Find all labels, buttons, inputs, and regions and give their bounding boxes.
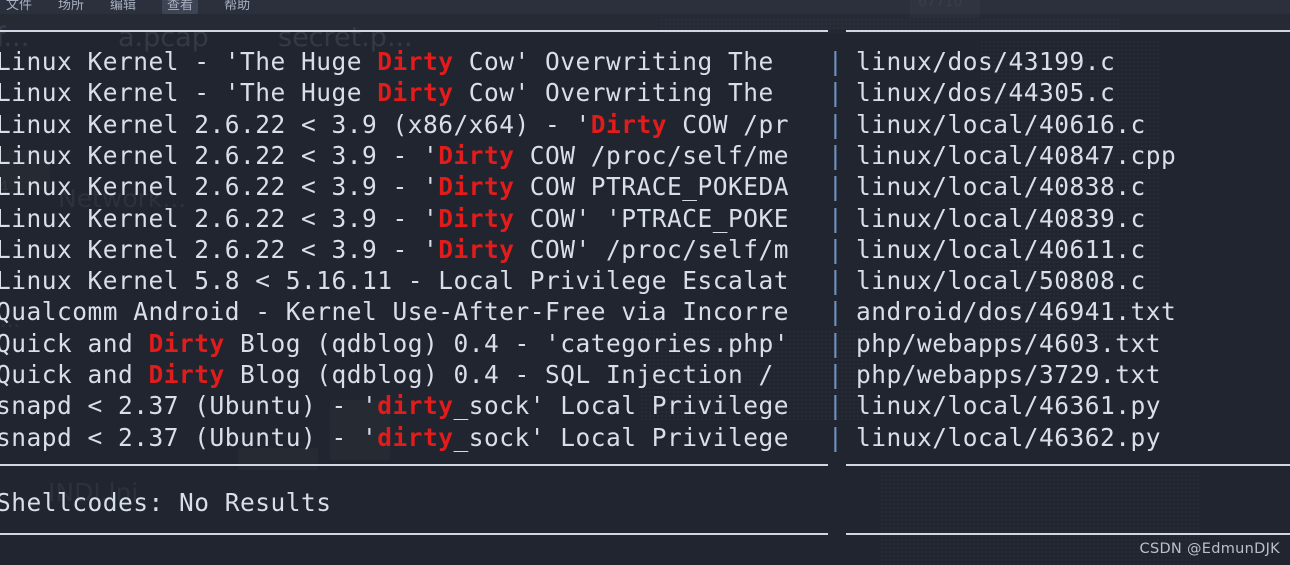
exploit-title: snapd < 2.37 (Ubuntu) - 'dirty_sock' Loc… [0, 390, 789, 421]
exploit-title-suffix: COW /proc/self/me [514, 140, 790, 170]
exploit-path[interactable]: linux/local/40611.c [856, 234, 1146, 265]
table-row[interactable]: Quick and Dirty Blog (qdblog) 0.4 - SQL … [0, 359, 1290, 390]
shellcodes-rule-bottom-right [846, 533, 1290, 535]
table-row[interactable]: Linux Kernel 2.6.22 < 3.9 (x86/x64) - 'D… [0, 109, 1290, 140]
exploit-path[interactable]: linux/dos/44305.c [856, 77, 1115, 108]
exploit-title: Linux Kernel 2.6.22 < 3.9 - 'Dirty COW /… [0, 140, 789, 171]
exploit-path[interactable]: linux/local/40839.c [856, 203, 1146, 234]
exploit-path[interactable]: linux/local/40838.c [856, 171, 1146, 202]
exploit-path[interactable]: php/webapps/3729.txt [856, 359, 1161, 390]
search-match-highlight: dirty [377, 422, 454, 452]
search-match-highlight: Dirty [148, 328, 225, 358]
shellcodes-rule-top-right [846, 464, 1290, 466]
exploit-title-prefix: Linux Kernel 2.6.22 < 3.9 - ' [0, 172, 439, 202]
exploit-title-suffix: COW /pr [667, 109, 790, 139]
shellcodes-no-results: Shellcodes: No Results [0, 488, 332, 517]
papers-header-row: Paper Title | Path [0, 549, 1290, 565]
exploit-path[interactable]: linux/local/40847.cpp [856, 140, 1176, 171]
column-separator: | [828, 172, 844, 202]
table-row[interactable]: Quick and Dirty Blog (qdblog) 0.4 - 'cat… [0, 328, 1290, 359]
exploit-title-prefix: Linux Kernel 5.8 < 5.16.11 - Local Privi… [0, 266, 790, 296]
table-row[interactable]: Linux Kernel 2.6.22 < 3.9 - 'Dirty COW P… [0, 171, 1290, 202]
table-row[interactable]: Linux Kernel 2.6.22 < 3.9 - 'Dirty COW' … [0, 234, 1290, 265]
exploit-title: Quick and Dirty Blog (qdblog) 0.4 - SQL … [0, 359, 774, 390]
exploit-title: Linux Kernel 2.6.22 < 3.9 - 'Dirty COW P… [0, 171, 789, 202]
exploit-title: Linux Kernel 2.6.22 < 3.9 - 'Dirty COW' … [0, 234, 789, 265]
table-rule-top-left [0, 30, 828, 32]
search-match-highlight: Dirty [438, 140, 515, 170]
exploit-title-prefix: Linux Kernel 2.6.22 < 3.9 - ' [0, 203, 439, 233]
column-separator: | [828, 203, 844, 233]
search-match-highlight: Dirty [148, 360, 225, 389]
exploit-title-prefix: Linux Kernel - 'The Huge [0, 78, 378, 108]
exploit-title-suffix: Blog (qdblog) 0.4 - SQL Injection / [224, 360, 774, 389]
exploit-path[interactable]: android/dos/46941.txt [856, 296, 1176, 327]
exploit-title-suffix: _sock' Local Privilege [453, 422, 790, 452]
exploit-title-prefix: Linux Kernel 2.6.22 < 3.9 - ' [0, 234, 439, 264]
column-separator: | [828, 109, 844, 139]
search-match-highlight: Dirty [438, 203, 515, 233]
csdn-watermark: CSDN @EdmunDJK [1139, 541, 1280, 557]
column-separator: | [828, 422, 844, 452]
table-row[interactable]: Linux Kernel 2.6.22 < 3.9 - 'Dirty COW /… [0, 140, 1290, 171]
column-separator: | [828, 297, 844, 327]
exploit-title: Qualcomm Android - Kernel Use-After-Free… [0, 296, 789, 327]
search-match-highlight: Dirty [590, 109, 668, 139]
exploit-title-suffix: COW PTRACE_POKEDA [514, 172, 790, 202]
table-row[interactable]: Linux Kernel 5.8 < 5.16.11 - Local Privi… [0, 265, 1290, 296]
exploit-title: Linux Kernel 2.6.22 < 3.9 (x86/x64) - 'D… [0, 109, 789, 140]
column-separator: | [828, 234, 844, 264]
search-match-highlight: Dirty [377, 78, 454, 108]
exploit-title-suffix: Cow' Overwriting The [453, 47, 774, 76]
exploit-title-prefix: Linux Kernel 2.6.22 < 3.9 - ' [0, 140, 439, 170]
searchsploit-output: Linux Kernel - 'The Huge Dirty Cow' Over… [0, 0, 1290, 565]
exploit-title-suffix: Cow' Overwriting The [453, 78, 774, 108]
exploit-title-prefix: Qualcomm Android - Kernel Use-After-Free… [0, 297, 790, 327]
terminal-window: 文件 场所 编辑 查看 帮助 a.pcap secret.p... f... N… [0, 0, 1290, 565]
search-match-highlight: dirty [377, 391, 454, 421]
exploit-title-prefix: Linux Kernel - 'The Huge [0, 47, 378, 76]
exploit-title-suffix: Blog (qdblog) 0.4 - 'categories.php' [224, 328, 790, 358]
exploit-title-prefix: Quick and [0, 360, 149, 389]
table-row[interactable]: snapd < 2.37 (Ubuntu) - 'dirty_sock' Loc… [0, 422, 1290, 453]
column-separator: | [828, 328, 844, 358]
search-match-highlight: Dirty [438, 234, 515, 264]
search-match-highlight: Dirty [438, 172, 515, 202]
exploit-title-prefix: snapd < 2.37 (Ubuntu) - ' [0, 391, 378, 421]
exploit-path[interactable]: linux/local/40616.c [856, 109, 1146, 140]
exploit-path[interactable]: php/webapps/4603.txt [856, 328, 1161, 359]
exploit-title-suffix: COW' 'PTRACE_POKE [514, 203, 790, 233]
exploit-title: Quick and Dirty Blog (qdblog) 0.4 - 'cat… [0, 328, 789, 359]
table-rule-top-right [846, 30, 1290, 32]
exploit-path[interactable]: linux/local/46362.py [856, 422, 1161, 453]
exploit-path[interactable]: linux/local/50808.c [856, 265, 1146, 296]
table-row[interactable]: Linux Kernel - 'The Huge Dirty Cow' Over… [0, 77, 1290, 108]
exploit-title-suffix: COW' /proc/self/m [514, 234, 790, 264]
column-separator: | [828, 78, 844, 108]
shellcodes-rule-bottom-left [0, 533, 828, 535]
column-separator: | [828, 391, 844, 421]
column-separator: | [828, 266, 844, 296]
exploit-path[interactable]: linux/local/46361.py [856, 390, 1161, 421]
table-row[interactable]: snapd < 2.37 (Ubuntu) - 'dirty_sock' Loc… [0, 390, 1290, 421]
column-separator: | [828, 140, 844, 170]
exploit-title: Linux Kernel 5.8 < 5.16.11 - Local Privi… [0, 265, 789, 296]
exploit-title-prefix: Quick and [0, 328, 149, 358]
exploit-title-prefix: snapd < 2.37 (Ubuntu) - ' [0, 422, 378, 452]
column-separator: | [828, 360, 844, 389]
exploit-title: Linux Kernel - 'The Huge Dirty Cow' Over… [0, 77, 774, 108]
exploit-title: Linux Kernel 2.6.22 < 3.9 - 'Dirty COW' … [0, 203, 789, 234]
exploit-title: snapd < 2.37 (Ubuntu) - 'dirty_sock' Loc… [0, 422, 789, 453]
exploit-title: Linux Kernel - 'The Huge Dirty Cow' Over… [0, 46, 774, 77]
table-row[interactable]: Linux Kernel 2.6.22 < 3.9 - 'Dirty COW' … [0, 203, 1290, 234]
shellcodes-rule-top-left [0, 464, 828, 466]
exploit-title-suffix: _sock' Local Privilege [453, 391, 790, 421]
table-row[interactable]: Linux Kernel - 'The Huge Dirty Cow' Over… [0, 46, 1290, 77]
exploit-title-prefix: Linux Kernel 2.6.22 < 3.9 (x86/x64) - ' [0, 109, 591, 139]
exploit-path[interactable]: linux/dos/43199.c [856, 46, 1115, 77]
column-separator: | [828, 47, 844, 76]
search-match-highlight: Dirty [377, 47, 454, 76]
table-row[interactable]: Qualcomm Android - Kernel Use-After-Free… [0, 296, 1290, 327]
